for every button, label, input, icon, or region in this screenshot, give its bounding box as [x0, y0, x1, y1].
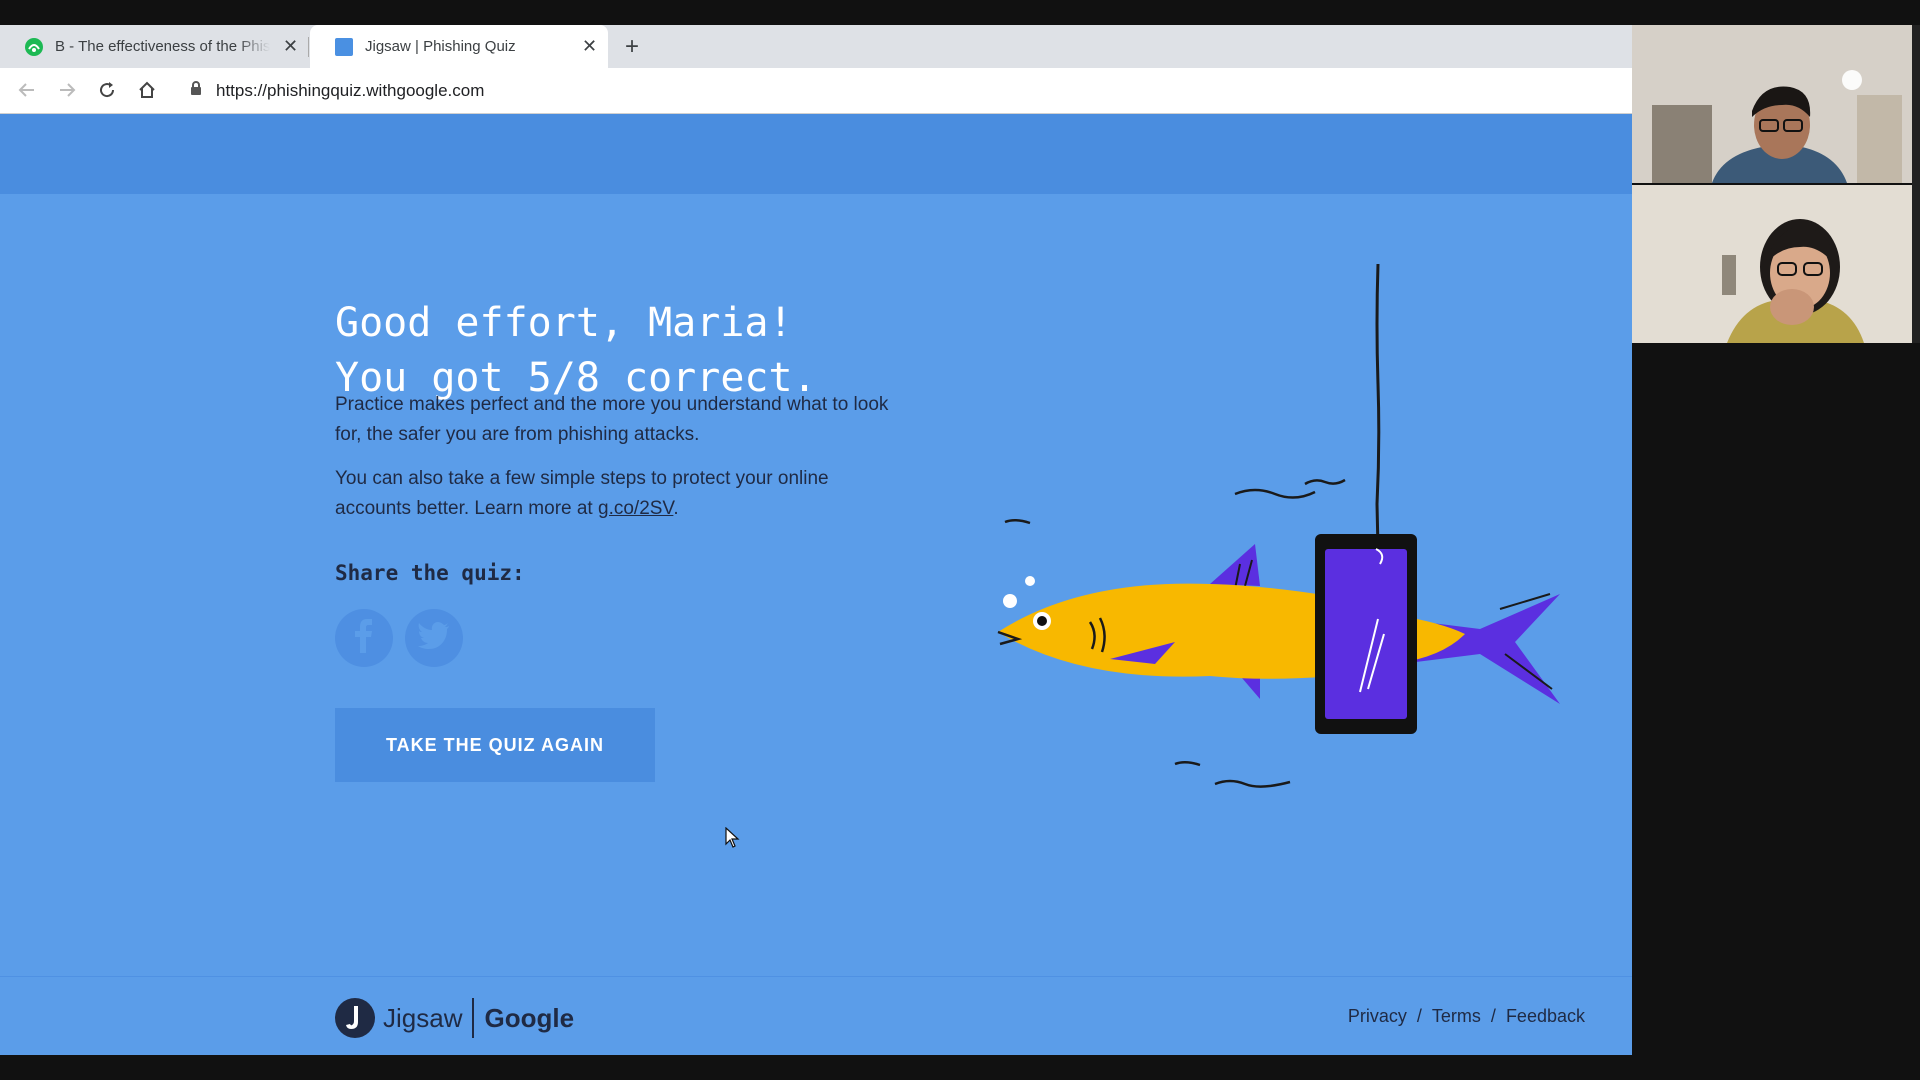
twitter-share-button[interactable] — [405, 609, 463, 667]
facebook-share-button[interactable] — [335, 609, 393, 667]
learn-more-text: You can also take a few simple steps to … — [335, 468, 829, 519]
fishing-line — [1375, 264, 1381, 550]
phone-screen — [1325, 549, 1407, 719]
learn-more-period: . — [673, 498, 679, 519]
browser-toolbar: https://phishingquiz.withgoogle.com — [0, 68, 1632, 114]
jigsaw-logo-icon — [335, 998, 375, 1038]
practice-paragraph: Practice makes perfect and the more you … — [335, 394, 889, 445]
url-text: https://phishingquiz.withgoogle.com — [216, 80, 485, 100]
water-squiggle — [1234, 488, 1316, 499]
water-squiggle — [1174, 761, 1201, 767]
top-fin — [1210, 544, 1260, 586]
green-circle-icon — [25, 37, 43, 56]
feedback-link[interactable]: Feedback — [1506, 1006, 1585, 1027]
back-arrow-icon[interactable] — [15, 78, 39, 102]
tab-phishing-quiz[interactable]: Jigsaw | Phishing Quiz ✕ — [310, 25, 608, 68]
screen-bottom-bar — [0, 1055, 1920, 1080]
water-squiggle — [1214, 779, 1291, 788]
reload-icon[interactable] — [95, 78, 119, 102]
fish-phone-hook-illustration — [997, 264, 1560, 788]
tab-effectiveness-doc[interactable]: B - The effectiveness of the Phishing Qu… — [0, 25, 305, 68]
screen-top-bar — [0, 0, 1920, 25]
address-bar[interactable]: https://phishingquiz.withgoogle.com — [190, 68, 484, 113]
tab-title: B - The effectiveness of the Phishing Qu… — [55, 38, 270, 55]
quiz-result-page: Good effort, Maria! You got 5/8 correct.… — [0, 114, 1632, 1055]
water-squiggle — [1304, 478, 1346, 486]
facebook-icon — [351, 618, 377, 658]
footer-links: Privacy / Terms / Feedback — [1348, 1006, 1585, 1027]
headline-greeting: Good effort, Maria! — [335, 300, 793, 346]
lock-icon — [190, 81, 202, 100]
privacy-link[interactable]: Privacy — [1348, 1006, 1407, 1027]
browser-window: B - The effectiveness of the Phishing Qu… — [0, 25, 1632, 1055]
tab-strip: B - The effectiveness of the Phishing Qu… — [0, 25, 1632, 68]
tab-title: Jigsaw | Phishing Quiz — [365, 38, 516, 55]
close-icon[interactable]: ✕ — [283, 36, 298, 57]
2sv-link[interactable]: g.co/2SV — [598, 498, 673, 519]
twitter-icon — [418, 621, 450, 655]
forward-arrow-icon[interactable] — [55, 78, 79, 102]
video-panel-edge — [1912, 25, 1920, 343]
video-tile-participant-1 — [1632, 25, 1912, 183]
close-icon[interactable]: ✕ — [582, 36, 597, 57]
logo-divider — [472, 998, 475, 1038]
home-icon[interactable] — [135, 78, 159, 102]
page-header-band — [0, 114, 1632, 194]
jigsaw-google-logo[interactable]: Jigsaw Google — [335, 996, 574, 1040]
new-tab-button[interactable]: + — [625, 33, 639, 61]
video-tile-participant-2 — [1632, 185, 1912, 343]
bubble — [1003, 594, 1017, 608]
footer-divider — [0, 976, 1632, 977]
fish-pupil — [1037, 616, 1047, 626]
jigsaw-wordmark: Jigsaw — [383, 1002, 463, 1033]
mouse-cursor-icon — [725, 827, 740, 848]
bubble — [1025, 576, 1035, 586]
link-separator: / — [1490, 1006, 1496, 1026]
take-quiz-again-button[interactable]: TAKE THE QUIZ AGAIN — [335, 708, 655, 782]
learn-more-paragraph: You can also take a few simple steps to … — [335, 464, 895, 524]
water-squiggle — [1004, 519, 1031, 525]
share-label: Share the quiz: — [335, 561, 525, 585]
google-wordmark: Google — [484, 1002, 575, 1033]
terms-link[interactable]: Terms — [1432, 1006, 1481, 1027]
link-separator: / — [1416, 1006, 1422, 1026]
tab-separator — [308, 37, 309, 57]
blue-square-icon — [335, 37, 353, 56]
